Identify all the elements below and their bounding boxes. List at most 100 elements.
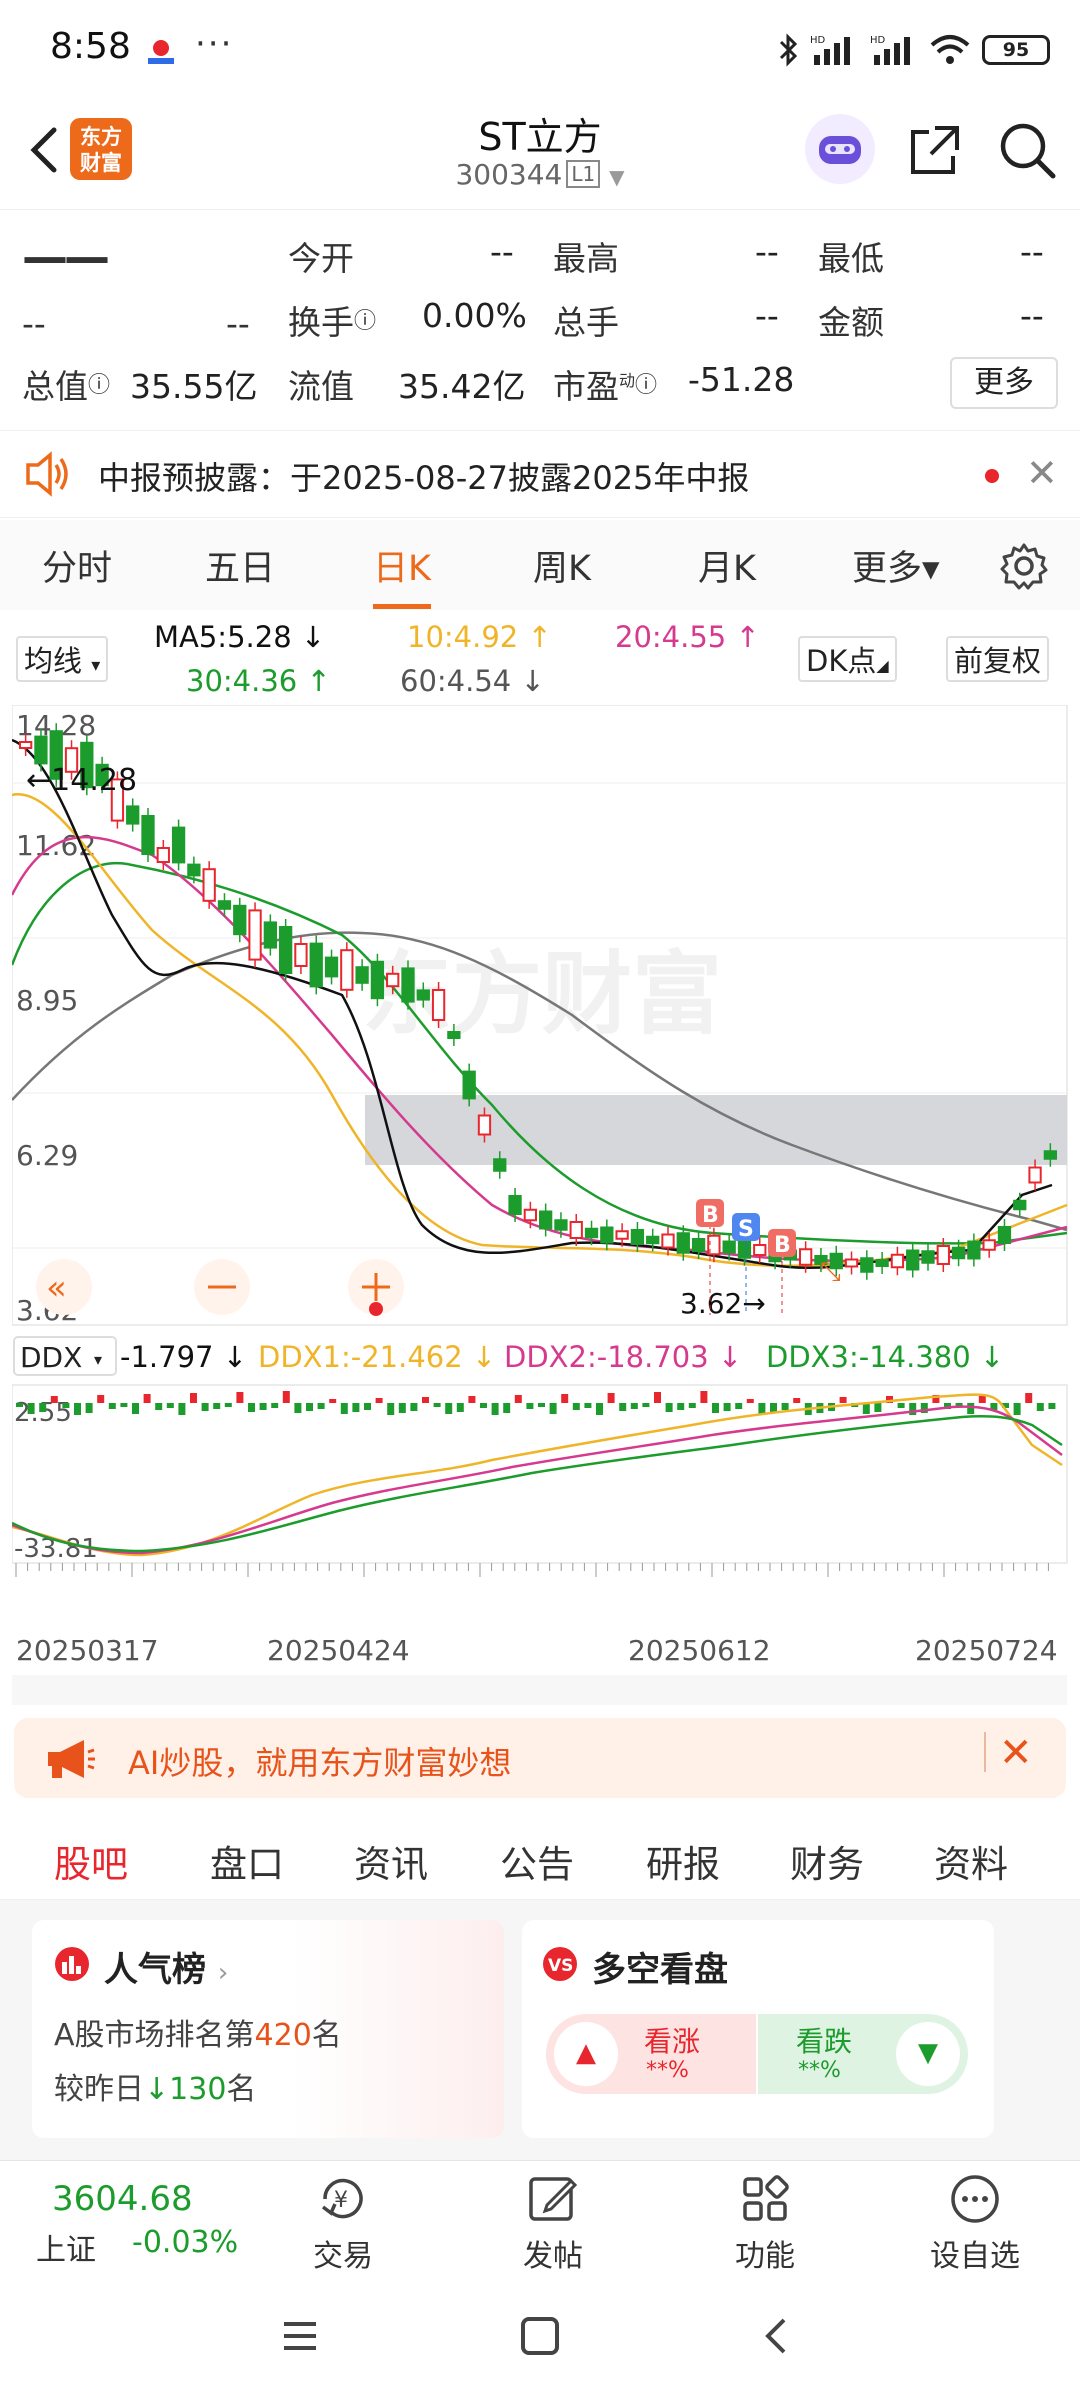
notice-bar[interactable]: 中报预披露：于2025-08-27披露2025年中报 ✕	[0, 430, 1080, 518]
assistant-avatar-icon[interactable]	[805, 114, 875, 184]
ddx-bar	[97, 1395, 105, 1403]
ddx-bar	[85, 1403, 93, 1413]
ddx-bar	[897, 1403, 905, 1408]
ddx-bar	[491, 1403, 499, 1415]
tab-research[interactable]: 研报	[646, 1834, 720, 1888]
ddx-bar	[155, 1403, 163, 1410]
candle	[340, 949, 354, 991]
ma-selector[interactable]: 均线 ▾	[16, 636, 109, 682]
volume-value: --	[755, 296, 779, 335]
high-value: --	[755, 232, 779, 271]
candle	[493, 1158, 507, 1172]
ddx-value: -1.797 ↓	[120, 1340, 247, 1374]
info-cards: 人气榜 › A股市场排名第420名 较昨日↓130名 VS 多空看盘 ▲ 看涨 …	[0, 1900, 1080, 2160]
low-label: 最低	[818, 239, 884, 278]
search-icon[interactable]	[995, 118, 1059, 182]
tab-news[interactable]: 资讯	[354, 1834, 428, 1888]
tab-profile[interactable]: 资料	[934, 1834, 1008, 1888]
candle	[279, 926, 293, 974]
index-name[interactable]: 上证	[36, 2225, 96, 2269]
ddx-bar	[1025, 1393, 1033, 1403]
tab-intraday[interactable]: 分时	[42, 540, 112, 591]
pe-value: -51.28	[688, 360, 795, 399]
sentiment-card[interactable]: VS 多空看盘 ▲ 看涨 **% 看跌 **% ▼	[522, 1920, 994, 2138]
tab-five-day[interactable]: 五日	[205, 540, 275, 591]
wifi-icon	[930, 35, 970, 64]
k-line-chart[interactable]: 东方财富 14.28 11.62 8.95 6.29 3.62 ←14.28 3…	[12, 705, 1068, 1705]
ddx-bar	[62, 1403, 70, 1408]
nav-watchlist[interactable]: 设自选	[910, 2171, 1040, 2275]
candle	[294, 943, 308, 967]
tab-monthly-k[interactable]: 月K	[698, 540, 756, 591]
sentiment-title: 多空看盘	[592, 1950, 728, 1990]
ma5-value: MA5:5.28 ↓	[154, 620, 326, 654]
candle	[462, 1070, 476, 1100]
signal-2-icon: HD	[870, 35, 910, 65]
nav-trade[interactable]: ¥ 交易	[278, 2171, 408, 2275]
svg-text:¥: ¥	[334, 2188, 348, 2213]
pe-label: 市盈动ⓘ	[553, 367, 658, 406]
tab-more[interactable]: 更多▾	[852, 540, 940, 591]
ma20-value: 20:4.55 ↑	[615, 620, 760, 654]
ddx-bar	[387, 1403, 395, 1415]
home-icon[interactable]	[518, 2314, 562, 2358]
ddx-bar	[793, 1398, 801, 1403]
ddx-bar	[607, 1393, 615, 1403]
system-back-icon[interactable]	[756, 2314, 796, 2358]
ai-banner-text: AI炒股，就用东方财富妙想	[128, 1744, 512, 1782]
popularity-change: 较昨日↓130名	[54, 2072, 257, 2107]
recent-apps-icon[interactable]	[280, 2316, 320, 2356]
nav-function[interactable]: 功能	[700, 2171, 830, 2275]
candle	[523, 1208, 537, 1222]
low-marker: 3.62→	[680, 1287, 766, 1320]
tab-pankou[interactable]: 盘口	[210, 1834, 284, 1888]
quote-panel: —— -- -- 今开 -- 最高 -- 最低 -- 换手ⓘ 0.00% 总手 …	[0, 212, 1080, 422]
info-icon: ⓘ	[354, 309, 377, 334]
candle	[34, 735, 48, 765]
svg-text:HD: HD	[810, 35, 826, 46]
ddx-bar	[480, 1403, 487, 1408]
ai-banner[interactable]: AI炒股，就用东方财富妙想 ✕	[14, 1718, 1066, 1798]
tab-weekly-k[interactable]: 周K	[533, 540, 591, 591]
share-icon[interactable]	[905, 120, 965, 180]
candle	[477, 1114, 492, 1136]
candle	[691, 1238, 706, 1252]
expand-icon[interactable]: ⤡	[820, 1257, 841, 1287]
ddx-ylabel-top: 2.55	[14, 1398, 72, 1428]
turnover-label: 换手ⓘ	[288, 303, 377, 342]
dk-point-button[interactable]: DK点◢	[798, 636, 897, 682]
tab-announcements[interactable]: 公告	[500, 1834, 574, 1888]
ddx-bar	[862, 1403, 870, 1414]
vs-icon: VS	[543, 1947, 577, 1981]
tab-daily-k[interactable]: 日K	[373, 540, 431, 609]
nav-post[interactable]: 发帖	[488, 2171, 618, 2275]
adjust-button[interactable]: 前复权	[946, 636, 1050, 682]
ddx-bar	[329, 1399, 337, 1403]
index-change[interactable]: -0.03%	[132, 2225, 238, 2260]
svg-text:DDX: DDX	[20, 1341, 82, 1374]
ddx-bar	[398, 1403, 406, 1413]
popularity-card[interactable]: 人气榜 › A股市场排名第420名 较昨日↓130名	[32, 1920, 504, 2138]
tab-guba[interactable]: 股吧	[54, 1834, 128, 1908]
bear-button[interactable]: 看跌 **% ▼	[758, 2014, 968, 2094]
ddx-bar	[433, 1403, 441, 1407]
ddx-bar	[27, 1403, 35, 1414]
candle	[370, 960, 385, 1000]
status-bar: 8:58 ··· HD HD 95	[0, 0, 1080, 100]
close-notice-icon[interactable]: ✕	[1026, 451, 1058, 495]
ddx-bar	[770, 1403, 777, 1412]
index-value[interactable]: 3604.68	[52, 2179, 193, 2219]
buy-signal-2[interactable]: B	[774, 1233, 791, 1258]
candle	[722, 1240, 736, 1254]
tab-finance[interactable]: 财务	[790, 1834, 864, 1888]
ddx-bar	[456, 1403, 464, 1412]
buy-signal-1[interactable]: B	[702, 1203, 719, 1228]
settings-gear-icon[interactable]	[1000, 542, 1048, 590]
bull-button[interactable]: ▲ 看涨 **%	[546, 2014, 756, 2094]
sell-signal[interactable]: S	[738, 1217, 754, 1242]
ddx-bar	[190, 1393, 197, 1403]
candle	[171, 826, 186, 864]
close-banner-icon[interactable]: ✕	[999, 1730, 1033, 1776]
more-quote-button[interactable]: 更多	[950, 357, 1058, 409]
mktcap-label: 总值ⓘ	[22, 367, 111, 406]
